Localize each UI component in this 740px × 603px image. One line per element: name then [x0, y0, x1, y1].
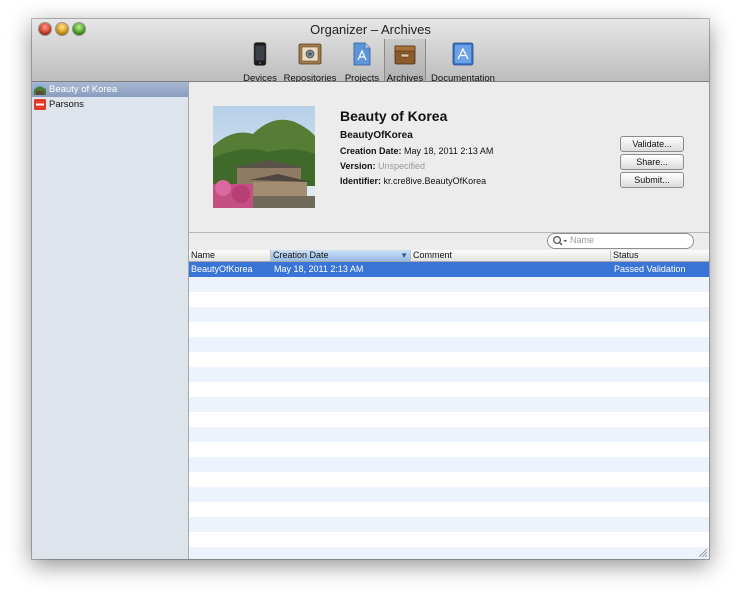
projects-icon: [353, 42, 371, 66]
toolbar-devices-button[interactable]: Devices: [240, 39, 280, 84]
empty-row-stripe: [189, 367, 709, 382]
submit-button[interactable]: Submit...: [620, 172, 684, 188]
version-label: Version:: [340, 161, 376, 171]
toolbar-archives-button[interactable]: Archives: [384, 39, 426, 84]
documentation-icon: [452, 42, 474, 66]
sidebar-item-label: Parsons: [49, 99, 84, 110]
creation-date-label: Creation Date:: [340, 146, 402, 156]
archive-app-name: BeautyOfKorea: [340, 130, 413, 141]
cell-creation-date: May 18, 2011 2:13 AM: [274, 264, 364, 274]
cell-status: Passed Validation: [614, 264, 686, 274]
column-header-status[interactable]: Status: [611, 250, 709, 261]
archives-sidebar: Beauty of Korea Parsons: [32, 82, 189, 559]
sidebar-item-parsons[interactable]: Parsons: [32, 97, 188, 112]
repositories-icon: [298, 43, 322, 65]
iphone-icon: [253, 42, 267, 66]
empty-row-stripe: [189, 427, 709, 442]
archives-table: Name Creation Date ▼ Comment Status Beau…: [189, 250, 709, 559]
sort-descending-icon: ▼: [400, 251, 408, 260]
search-icon: [552, 235, 567, 246]
toolbar-repositories-button[interactable]: Repositories: [281, 39, 339, 84]
empty-row-stripe: [189, 277, 709, 292]
empty-row-stripe: [189, 337, 709, 352]
organizer-window: Organizer – Archives Devices Repositorie…: [32, 19, 709, 559]
toolbar-documentation-button[interactable]: Documentation: [429, 39, 497, 84]
version-row: Version: Unspecified: [340, 161, 425, 171]
sidebar-item-label: Beauty of Korea: [49, 84, 118, 95]
identifier-row: Identifier: kr.cre8ive.BeautyOfKorea: [340, 176, 486, 186]
validate-button[interactable]: Validate...: [620, 136, 684, 152]
archive-title: Beauty of Korea: [340, 108, 448, 124]
filter-bar: Name: [189, 233, 709, 251]
table-row[interactable]: BeautyOfKorea May 18, 2011 2:13 AM Passe…: [189, 262, 709, 277]
app-thumbnail-icon: [34, 99, 46, 110]
column-header-label: Creation Date: [273, 250, 329, 260]
name-search-field[interactable]: Name: [547, 233, 694, 249]
column-header-creation-date[interactable]: Creation Date ▼: [271, 250, 411, 261]
empty-row-stripe: [189, 517, 709, 532]
empty-row-stripe: [189, 397, 709, 412]
archive-detail-panel: Beauty of Korea BeautyOfKorea Creation D…: [189, 82, 709, 233]
empty-row-stripe: [189, 457, 709, 472]
identifier-label: Identifier:: [340, 176, 382, 186]
identifier-value: kr.cre8ive.BeautyOfKorea: [383, 176, 487, 186]
window-title: Organizer – Archives: [310, 22, 431, 37]
share-button[interactable]: Share...: [620, 154, 684, 170]
version-value: Unspecified: [378, 161, 426, 171]
toolbar: Devices Repositories Projects Archives D…: [32, 39, 709, 84]
empty-row-stripe: [189, 487, 709, 502]
toolbar-projects-button[interactable]: Projects: [341, 39, 383, 84]
app-artwork-image: [213, 106, 315, 208]
search-placeholder: Name: [570, 235, 595, 245]
table-header: Name Creation Date ▼ Comment Status: [189, 250, 709, 262]
column-header-name[interactable]: Name: [189, 250, 271, 261]
creation-date-value: May 18, 2011 2:13 AM: [404, 146, 494, 156]
sidebar-item-beauty-of-korea[interactable]: Beauty of Korea: [32, 82, 188, 97]
resize-grip-icon[interactable]: [697, 547, 707, 557]
archive-box-icon: [394, 45, 416, 65]
column-header-comment[interactable]: Comment: [411, 250, 611, 261]
empty-row-stripe: [189, 307, 709, 322]
empty-row-stripe: [189, 547, 709, 559]
creation-date-row: Creation Date: May 18, 2011 2:13 AM: [340, 146, 493, 156]
app-thumbnail-icon: [34, 84, 46, 95]
cell-name: BeautyOfKorea: [191, 264, 253, 274]
title-bar: Organizer – Archives Devices Repositorie…: [32, 19, 709, 84]
